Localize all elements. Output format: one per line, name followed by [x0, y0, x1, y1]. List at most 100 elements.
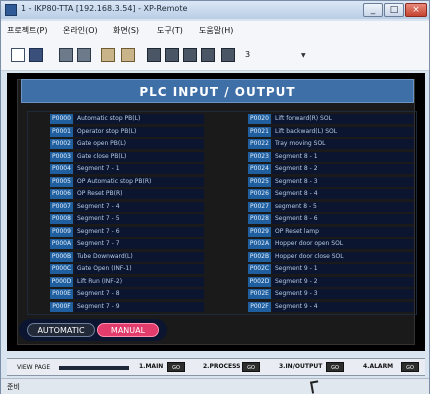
input-code: P000E	[50, 289, 73, 299]
output-label: Segment 9 - 3	[272, 289, 414, 299]
page-nav: VIEW PAGE 1.MAIN GO 2.PROCESS GO 3.IN/OU…	[7, 358, 425, 376]
nav-inout-label: 3.IN/OUTPUT	[279, 363, 323, 370]
input-label: Automatic stop PB(L)	[74, 114, 204, 124]
go-main-button[interactable]: GO	[167, 362, 185, 372]
input-label: Segment 7 - 4	[74, 201, 204, 212]
input-code: P000A	[50, 239, 73, 249]
window-title: 1 - IKP80-TTA [192.168.3.54] - XP-Remote	[21, 4, 188, 13]
input-label: Tube Downward(L)	[74, 251, 204, 262]
menu-project[interactable]: 프로젝트(P)	[7, 25, 48, 36]
menu-screen[interactable]: 화면(S)	[113, 25, 139, 36]
input-code: P0003	[50, 151, 73, 162]
screen-header: PLC INPUT / OUTPUT	[21, 79, 414, 103]
menu-online[interactable]: 온라인(O)	[63, 25, 98, 36]
input-code: P0007	[50, 201, 73, 212]
output-code: P002B	[248, 251, 271, 262]
input-label: Lift Run (INF-2)	[74, 276, 204, 287]
output-code: P002E	[248, 289, 271, 299]
app-icon	[5, 4, 17, 16]
input-label: Segment 7 - 8	[74, 289, 204, 299]
output-code: P0023	[248, 151, 271, 162]
cursor-icon	[310, 380, 320, 394]
tool-icon-4[interactable]	[201, 48, 215, 62]
tool-icon[interactable]	[147, 48, 161, 62]
nav-process-label: 2.PROCESS	[203, 363, 241, 370]
input-code: P0006	[50, 189, 73, 199]
output-label: Hopper door open SOL	[272, 239, 414, 249]
output-code: P002A	[248, 239, 271, 249]
arrow-icon	[59, 366, 129, 370]
input-label: Segment 7 - 1	[74, 164, 204, 174]
input-label: Segment 7 - 7	[74, 239, 204, 249]
output-label: Tray moving SOL	[272, 139, 414, 149]
menu-help[interactable]: 도움말(H)	[199, 25, 233, 36]
upload-icon[interactable]	[101, 48, 115, 62]
output-code: P0021	[248, 126, 271, 137]
input-label: Gate close PB(L)	[74, 151, 204, 162]
nav-alarm-label: 4.ALARM	[363, 363, 394, 370]
title-bar: 1 - IKP80-TTA [192.168.3.54] - XP-Remote…	[1, 1, 429, 19]
output-label: Segment 9 - 4	[272, 301, 414, 312]
output-label: Segment 8 - 2	[272, 164, 414, 174]
app-window: 1 - IKP80-TTA [192.168.3.54] - XP-Remote…	[0, 0, 430, 394]
output-code: P0025	[248, 176, 271, 187]
menu-bar: 프로젝트(P) 온라인(O) 화면(S) 도구(T) 도움말(H)	[1, 21, 429, 39]
output-label: Segment 9 - 2	[272, 276, 414, 287]
output-code: P0029	[248, 226, 271, 237]
output-code: P0020	[248, 114, 271, 124]
tool-icon-2[interactable]	[165, 48, 179, 62]
manual-button[interactable]: MANUAL	[97, 323, 159, 337]
input-label: Segment 7 - 5	[74, 214, 204, 224]
input-code: P0009	[50, 226, 73, 237]
input-code: P0000	[50, 114, 73, 124]
output-code: P0026	[248, 189, 271, 199]
save-icon[interactable]	[29, 48, 43, 62]
input-label: Segment 7 - 9	[74, 301, 204, 312]
input-label: Gate open PB(L)	[74, 139, 204, 149]
input-code: P000D	[50, 276, 73, 287]
input-code: P000C	[50, 264, 73, 274]
maximize-button[interactable]: □	[384, 3, 404, 17]
input-code: P000F	[50, 301, 73, 312]
toolbar-number: 3	[245, 50, 251, 59]
output-label: Segment 8 - 6	[272, 214, 414, 224]
camera-icon[interactable]	[221, 48, 235, 62]
go-alarm-button[interactable]: GO	[401, 362, 419, 372]
output-code: P0027	[248, 201, 271, 212]
device-alt-icon[interactable]	[77, 48, 91, 62]
input-code: P0002	[50, 139, 73, 149]
output-code: P0022	[248, 139, 271, 149]
output-code: P0028	[248, 214, 271, 224]
input-label: Operator stop PB(L)	[74, 126, 204, 137]
input-code: P0001	[50, 126, 73, 137]
minimize-button[interactable]: _	[363, 3, 383, 17]
output-label: Hopper door close SOL	[272, 251, 414, 262]
status-bar: 준비	[1, 378, 429, 394]
device-icon[interactable]	[59, 48, 73, 62]
output-label: OP Reset lamp	[272, 226, 414, 237]
automatic-button[interactable]: AUTOMATIC	[27, 323, 95, 337]
go-inout-button[interactable]: GO	[326, 362, 344, 372]
output-label: Segment 8 - 1	[272, 151, 414, 162]
io-table: P0000 Automatic stop PB(L) P0001 Operator s…	[27, 111, 417, 315]
go-process-button[interactable]: GO	[242, 362, 260, 372]
input-code: P0005	[50, 176, 73, 187]
input-code: P000B	[50, 251, 73, 262]
output-label: segment 8 - 5	[272, 201, 414, 212]
input-code: P0008	[50, 214, 73, 224]
page-title: PLC INPUT / OUTPUT	[139, 85, 296, 99]
output-label: Lift forward(R) SOL	[272, 114, 414, 124]
input-label: Segment 7 - 6	[74, 226, 204, 237]
output-label: Segment 9 - 1	[272, 264, 414, 274]
output-label: Segment 8 - 4	[272, 189, 414, 199]
tool-icon-3[interactable]	[183, 48, 197, 62]
toolbar: 3 ▼	[1, 39, 429, 71]
input-code: P0004	[50, 164, 73, 174]
download-icon[interactable]	[121, 48, 135, 62]
status-text: 준비	[7, 383, 20, 391]
chevron-down-icon[interactable]: ▼	[301, 52, 306, 59]
menu-tools[interactable]: 도구(T)	[157, 25, 183, 36]
new-doc-icon[interactable]	[11, 48, 25, 62]
close-button[interactable]: ×	[405, 3, 427, 17]
output-label: Lift backward(L) SOL	[272, 126, 414, 137]
